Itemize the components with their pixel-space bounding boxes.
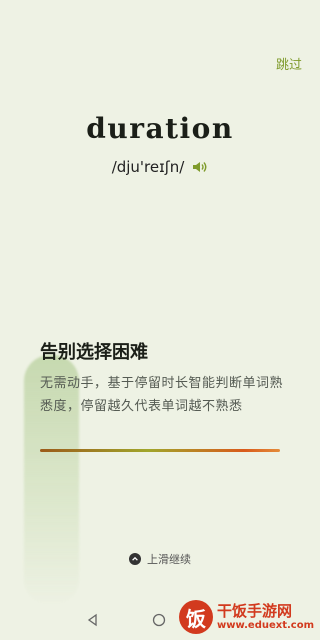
progress-bar bbox=[40, 449, 280, 452]
progress-fill bbox=[40, 449, 280, 452]
swipe-up-hint[interactable]: 上滑继续 bbox=[0, 551, 320, 567]
watermark-name: 干饭手游网 bbox=[217, 601, 293, 620]
watermark-seal: 饭 bbox=[179, 600, 214, 634]
speaker-icon[interactable] bbox=[190, 158, 208, 176]
watermark-url: www.eduext.com bbox=[217, 619, 314, 631]
feature-description: 无需动手，基于停留时长智能判断单词熟悉度，停留越久代表单词越不熟悉 bbox=[40, 376, 284, 414]
phonetic-text: /dju'reɪʃn/ bbox=[111, 158, 185, 176]
home-icon[interactable] bbox=[152, 612, 166, 631]
swipe-label: 上滑继续 bbox=[147, 553, 191, 566]
skip-button[interactable]: 跳过 bbox=[276, 54, 302, 73]
feature-title: 告别选择困难 bbox=[40, 342, 148, 363]
word-title: duration bbox=[86, 112, 234, 145]
back-icon[interactable] bbox=[86, 612, 100, 631]
watermark: 饭 干饭手游网 www.eduext.com bbox=[179, 600, 314, 634]
phonetic-row: /dju'reɪʃn/ bbox=[0, 158, 320, 176]
chevron-up-icon bbox=[129, 553, 141, 565]
